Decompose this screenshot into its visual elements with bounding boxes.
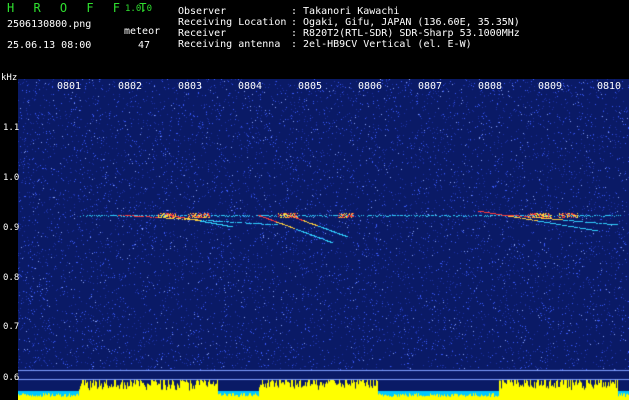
x-tick-label: 0810 [597, 81, 622, 92]
spectrogram-window: H R O F F T 1.0.0 2506130800.png 25.06.1… [0, 0, 629, 400]
x-tick-label: 0805 [298, 81, 323, 92]
y-tick-label: 1.1 [3, 123, 20, 133]
x-tick-label: 0806 [358, 81, 383, 92]
x-tick-label: 0807 [418, 81, 443, 92]
x-tick-label: 0809 [538, 81, 563, 92]
meteor-label: meteor [124, 26, 161, 37]
antenna-value: : 2el-HB9CV Vertical (el. E-W) [291, 39, 472, 50]
spectrogram-canvas [18, 79, 629, 400]
image-filename: 2506130800.png [7, 19, 92, 30]
meteor-count: 47 [138, 40, 151, 51]
observation-datetime: 25.06.13 08:00 [7, 40, 92, 51]
x-tick-label: 0808 [478, 81, 503, 92]
x-tick-label: 0802 [118, 81, 143, 92]
antenna-label: Receiving antenna [178, 39, 281, 50]
y-tick-label: 0.6 [3, 373, 20, 383]
app-version: 1.0.0 [125, 4, 153, 14]
y-tick-label: 0.7 [3, 322, 20, 332]
y-tick-label: 1.0 [3, 173, 20, 183]
y-tick-label: 0.8 [3, 273, 20, 283]
y-unit-label: kHz [1, 73, 18, 83]
x-tick-label: 0801 [57, 81, 82, 92]
y-tick-label: 0.9 [3, 223, 20, 233]
x-tick-label: 0803 [178, 81, 203, 92]
x-tick-label: 0804 [238, 81, 263, 92]
